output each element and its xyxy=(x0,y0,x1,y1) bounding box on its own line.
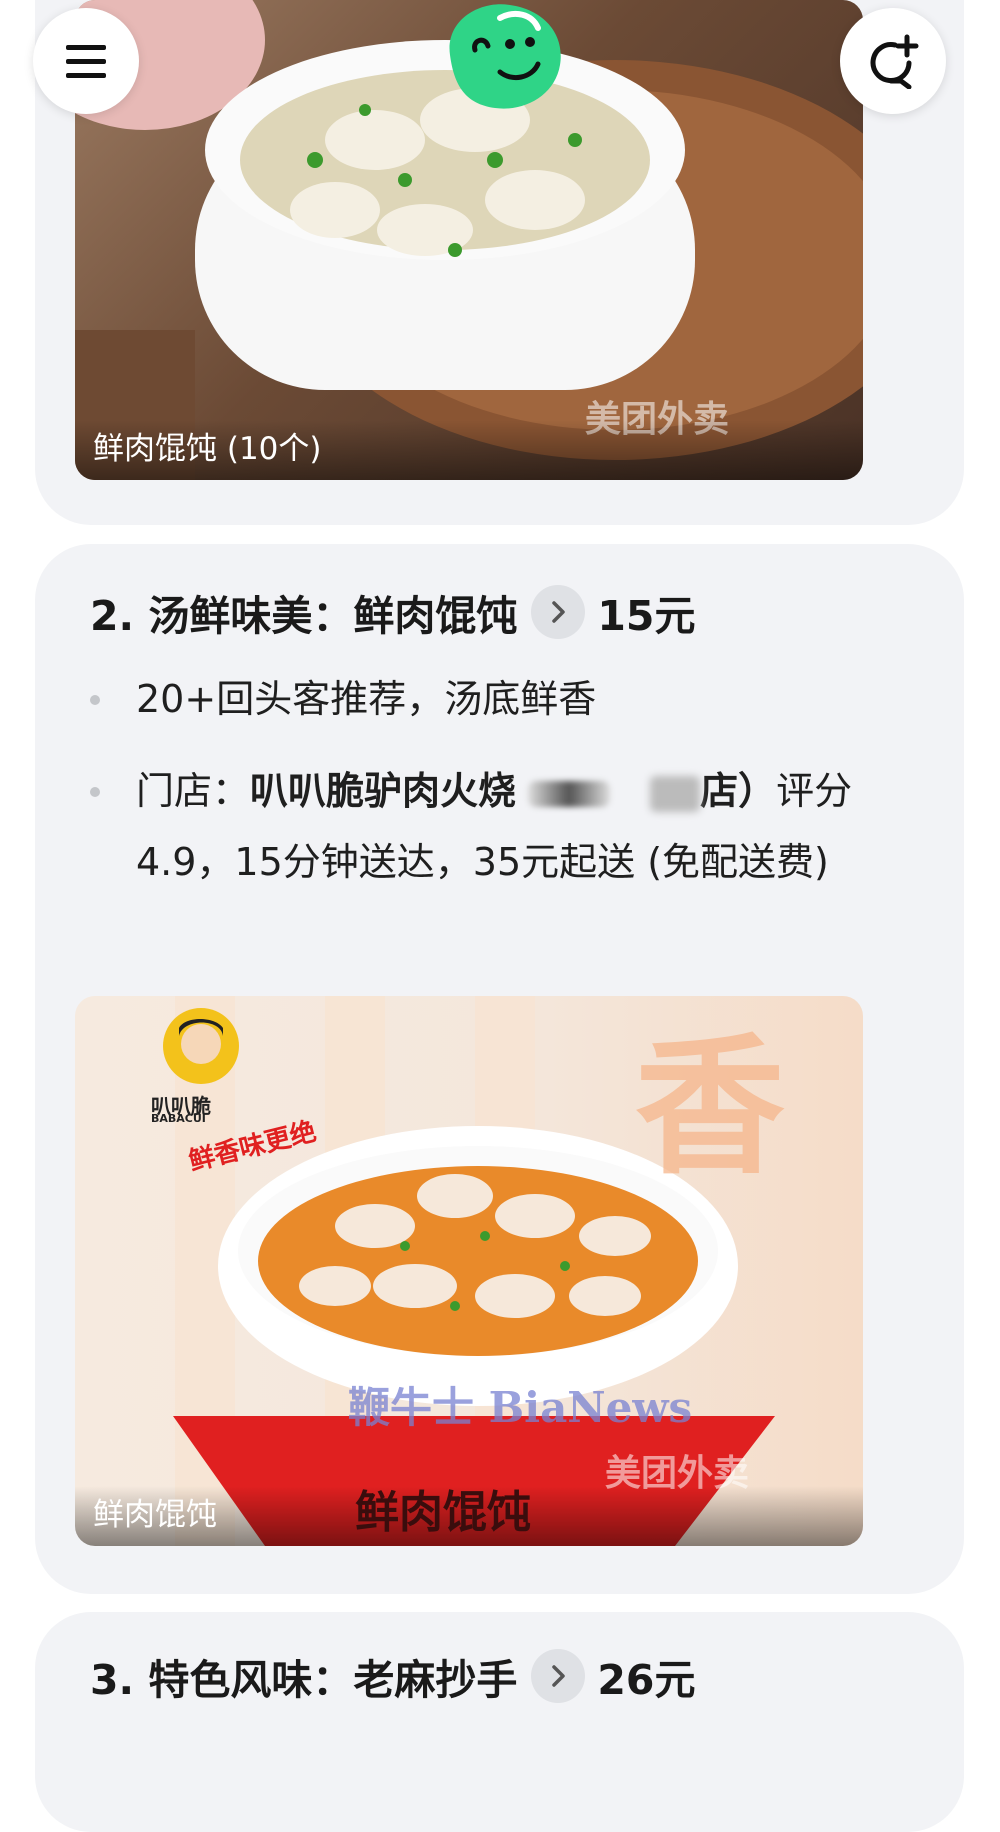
card-title-row[interactable]: 3. 特色风味：老麻抄手 26元 xyxy=(90,1646,695,1706)
photo-caption: 鲜肉馄饨 (10个) xyxy=(93,431,322,467)
card-title-row[interactable]: 2. 汤鲜味美：鲜肉馄饨 15元 xyxy=(90,582,695,642)
photo-big-char: 香 xyxy=(635,1021,786,1195)
store-label: 门店： xyxy=(136,769,251,813)
chevron-right-icon[interactable] xyxy=(531,1649,586,1703)
menu-button[interactable] xyxy=(33,8,139,114)
bullet-dot xyxy=(90,787,100,797)
store-info-item: 门店：叭叭脆驴肉火烧 店）评分4.9，15分钟送达，35元起送 (免配送费) xyxy=(90,756,920,971)
dish-photo[interactable]: 叭叭脆 BABACUI 鲜香味更绝 香 鲜肉馄饨 美团外卖 鲜肉馄饨 xyxy=(75,996,863,1546)
assistant-face-icon xyxy=(449,4,561,109)
bullet-text: 20+回头客推荐，汤底鲜香 xyxy=(136,677,597,721)
store-name[interactable]: 叭叭脆驴肉火烧 xyxy=(250,769,516,813)
photo-caption: 鲜肉馄饨 xyxy=(93,1497,217,1533)
store-info-text: 门店：叭叭脆驴肉火烧 店）评分4.9，15分钟送达，35元起送 (免配送费) xyxy=(136,756,920,898)
bullet-dot xyxy=(90,695,100,705)
price: 15元 xyxy=(597,592,696,640)
store-suffix: 店） xyxy=(700,769,777,813)
hamburger-menu-icon xyxy=(66,45,106,78)
price: 26元 xyxy=(597,1656,696,1704)
photo-banner: 鲜肉馄饨 xyxy=(355,1487,531,1538)
card-title: 2. 汤鲜味美：鲜肉馄饨 xyxy=(90,592,518,640)
overlay-watermark: 鞭牛士 BiaNews xyxy=(348,1383,693,1432)
new-chat-button[interactable] xyxy=(840,8,946,114)
redacted-text xyxy=(528,780,611,807)
bullet-item: 20+回头客推荐，汤底鲜香 xyxy=(90,664,920,735)
card-title: 3. 特色风味：老麻抄手 xyxy=(90,1656,518,1704)
brand-logo-sub: BABACUI xyxy=(151,1112,206,1125)
assistant-avatar xyxy=(440,0,570,115)
recommendation-card-2: 2. 汤鲜味美：鲜肉馄饨 15元 20+回头客推荐，汤底鲜香 门店：叭叭脆驴肉火… xyxy=(35,544,964,1594)
new-chat-icon xyxy=(870,34,919,89)
chevron-right-icon[interactable] xyxy=(531,585,586,639)
recommendation-card-3: 3. 特色风味：老麻抄手 26元 xyxy=(35,1612,964,1832)
redacted-text xyxy=(650,775,701,812)
